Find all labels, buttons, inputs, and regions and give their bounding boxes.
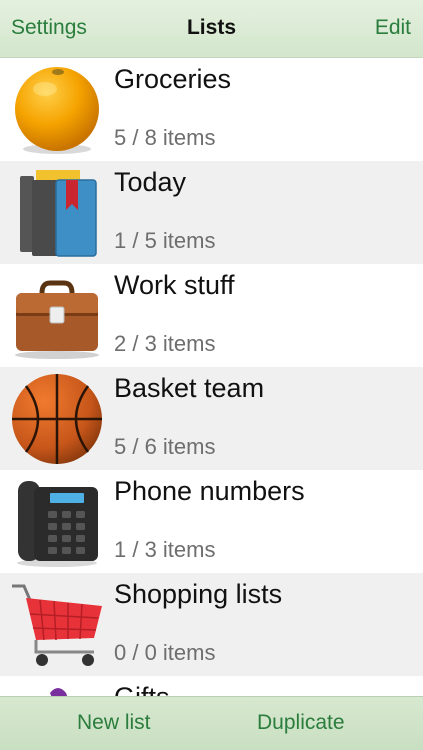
list-title: Work stuff (114, 270, 235, 300)
list-item-work-stuff[interactable]: Work stuff 2 / 3 items (0, 264, 423, 367)
list-item-count: 5 / 6 items (114, 434, 216, 459)
books-icon (20, 170, 97, 257)
lists-table: Groceries 5 / 8 items Today 1 / 5 items … (0, 58, 423, 696)
list-item-shopping-lists[interactable]: Shopping lists 0 / 0 items (0, 573, 423, 676)
list-item-count: 5 / 8 items (114, 125, 216, 150)
list-title: Shopping lists (114, 579, 283, 609)
list-item-phone-numbers[interactable]: Phone numbers 1 / 3 items (0, 470, 423, 573)
bottom-toolbar: New list Duplicate (0, 696, 423, 750)
list-title: Gifts (114, 682, 170, 696)
list-item-today[interactable]: Today 1 / 5 items (0, 161, 423, 264)
telephone-icon (17, 481, 98, 567)
gift-icon (50, 688, 67, 696)
list-item-groceries[interactable]: Groceries 5 / 8 items (0, 58, 423, 161)
list-item-count: 0 / 0 items (114, 640, 216, 665)
settings-button[interactable]: Settings (11, 16, 87, 40)
list-item-count: 2 / 3 items (114, 331, 216, 356)
orange-icon (15, 67, 99, 154)
list-item-gifts[interactable]: Gifts (0, 676, 423, 696)
new-list-button[interactable]: New list (77, 711, 151, 735)
list-item-count: 1 / 5 items (114, 228, 216, 253)
edit-button[interactable]: Edit (375, 16, 411, 40)
navigation-bar: Settings Lists Edit (0, 0, 423, 58)
briefcase-icon (15, 280, 99, 359)
list-title: Groceries (114, 64, 232, 94)
list-item-basket-team[interactable]: Basket team 5 / 6 items (0, 367, 423, 470)
duplicate-button[interactable]: Duplicate (257, 711, 345, 735)
basketball-icon (12, 374, 102, 464)
list-title: Phone numbers (114, 476, 305, 506)
list-title: Basket team (114, 373, 265, 403)
list-item-count: 1 / 3 items (114, 537, 216, 562)
list-title: Today (114, 167, 187, 197)
shopping-cart-icon (12, 584, 102, 666)
